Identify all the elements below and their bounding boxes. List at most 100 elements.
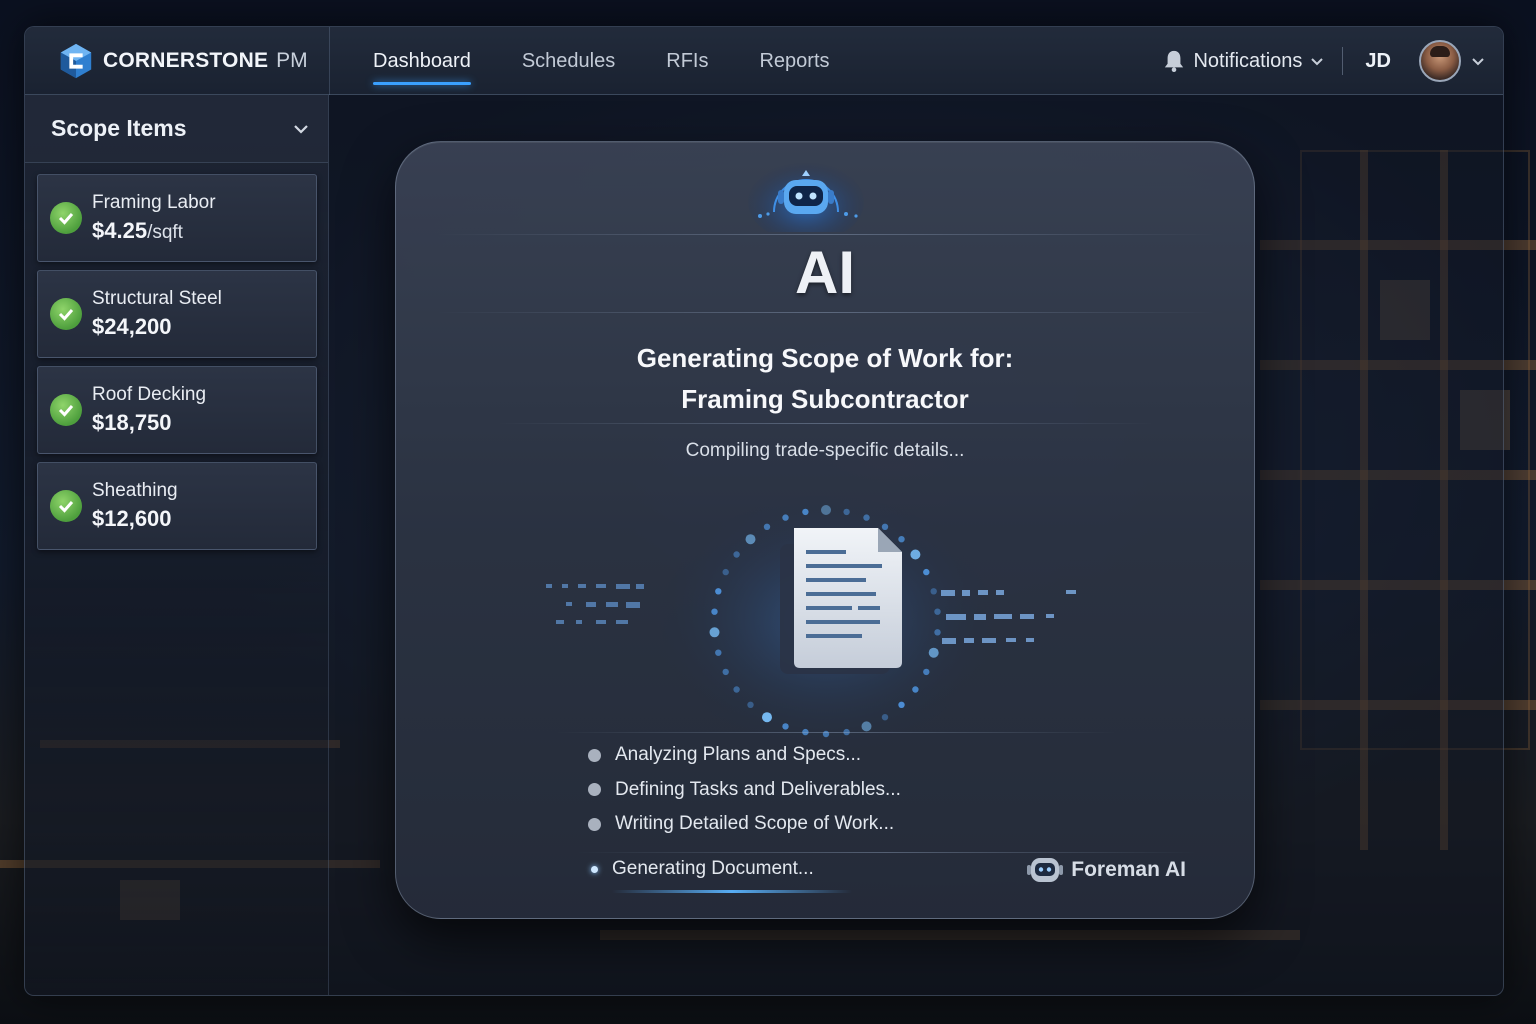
chevron-down-icon[interactable] xyxy=(292,120,310,138)
tab-rfis[interactable]: RFIs xyxy=(654,27,720,95)
step-list: Analyzing Plans and Specs... Defining Ta… xyxy=(588,738,901,842)
scope-item-structural-steel[interactable]: Structural Steel $24,200 xyxy=(37,270,317,358)
ring-dot xyxy=(912,686,919,693)
assistant-name: Foreman AI xyxy=(1071,858,1186,881)
ring-dot xyxy=(881,523,889,530)
ring-dot xyxy=(722,568,729,576)
bell-icon xyxy=(1165,50,1184,72)
brand[interactable]: CORNERSTONE PM xyxy=(57,41,335,81)
ring-dot xyxy=(881,714,889,721)
main-nav: Dashboard Schedules RFIs Reports xyxy=(361,27,869,95)
step-bullet xyxy=(588,783,601,797)
progress-indicator xyxy=(612,890,852,893)
ring-dot xyxy=(934,608,941,615)
ring-dot xyxy=(747,701,754,708)
ring-dot xyxy=(843,508,850,516)
brand-name: CORNERSTONE xyxy=(103,49,269,72)
scope-item-price: $24,200 xyxy=(92,314,172,339)
ring-dot xyxy=(821,505,831,515)
ring-dot xyxy=(733,551,740,558)
active-step: Generating Document... xyxy=(588,858,814,880)
ai-generation-panel: AI Generating Scope of Work for: Framing… xyxy=(395,141,1255,919)
tab-schedules[interactable]: Schedules xyxy=(510,27,627,95)
ring-dot xyxy=(762,712,772,723)
step-item: Writing Detailed Scope of Work... xyxy=(588,807,901,842)
chevron-down-icon[interactable] xyxy=(1471,54,1485,68)
document-generation-graphic xyxy=(546,492,1076,752)
scope-item-roof-decking[interactable]: Roof Decking $18,750 xyxy=(37,366,317,454)
check-circle-icon xyxy=(50,202,82,234)
robot-icon xyxy=(748,162,864,232)
ring-dot xyxy=(934,629,941,636)
cube-c-logo-icon xyxy=(60,43,92,79)
scope-item-price: $4.25/sqft xyxy=(92,218,183,243)
ring-dot xyxy=(733,686,740,693)
robot-icon xyxy=(1027,858,1064,882)
scope-item-framing-labor[interactable]: Framing Labor $4.25/sqft xyxy=(37,174,317,262)
notifications-label: Notifications xyxy=(1193,49,1303,72)
ring-dot xyxy=(715,588,722,595)
user-initials[interactable]: JD xyxy=(1365,50,1391,73)
top-bar: CORNERSTONE PM Dashboard Schedules RFIs … xyxy=(25,27,1503,95)
step-item: Analyzing Plans and Specs... xyxy=(588,738,901,773)
step-item: Defining Tasks and Deliverables... xyxy=(588,773,901,808)
divider xyxy=(1342,47,1344,75)
step-label: Writing Detailed Scope of Work... xyxy=(615,813,895,835)
divider xyxy=(436,234,1216,235)
ring-dot xyxy=(863,514,870,521)
ring-dot xyxy=(782,723,789,730)
chevron-down-icon xyxy=(1311,58,1324,66)
scope-item-sheathing[interactable]: Sheathing $12,600 xyxy=(37,462,317,550)
check-circle-icon xyxy=(50,298,82,330)
generation-title: Generating Scope of Work for: Framing Su… xyxy=(396,338,1254,420)
step-bullet xyxy=(588,748,601,762)
brand-suffix: PM xyxy=(276,49,308,72)
ring-dot xyxy=(711,608,718,615)
status-text: Compiling trade-specific details... xyxy=(685,440,965,461)
divider xyxy=(496,423,1156,424)
notifications-button[interactable]: Notifications xyxy=(1163,49,1342,73)
avatar-hair xyxy=(1430,46,1450,57)
data-stream-left xyxy=(546,584,644,624)
scope-item-price: $18,750 xyxy=(92,410,172,435)
scope-item-name: Sheathing xyxy=(92,480,178,501)
sidebar-header[interactable]: Scope Items xyxy=(25,95,328,163)
step-label: Defining Tasks and Deliverables... xyxy=(615,778,901,800)
tab-dashboard[interactable]: Dashboard xyxy=(361,27,483,95)
ring-dot xyxy=(910,549,921,560)
step-label: Analyzing Plans and Specs... xyxy=(615,744,862,766)
user-controls: Notifications JD xyxy=(1163,27,1485,95)
scope-item-name: Roof Decking xyxy=(92,384,207,405)
ring-dot xyxy=(898,536,905,543)
ring-dot xyxy=(722,668,729,676)
ring-dot xyxy=(709,627,720,638)
avatar[interactable] xyxy=(1419,40,1461,82)
ring-dot xyxy=(802,508,809,516)
active-step-bullet xyxy=(591,865,598,873)
ring-dot xyxy=(861,721,872,732)
sidebar: Scope Items Framing Labor $4.25/sqft Str… xyxy=(25,95,329,995)
ring-dot xyxy=(898,701,905,708)
ring-dot xyxy=(923,668,930,676)
divider xyxy=(556,732,1116,733)
ring-dot xyxy=(745,534,756,545)
check-circle-icon xyxy=(50,394,82,426)
tab-reports[interactable]: Reports xyxy=(747,27,841,95)
check-circle-icon xyxy=(50,490,82,522)
ring-dot xyxy=(923,568,930,576)
ai-label: AI xyxy=(795,239,855,306)
scope-item-name: Framing Labor xyxy=(92,192,216,213)
divider xyxy=(329,27,330,95)
scope-item-price: $12,600 xyxy=(92,506,172,531)
document-icon xyxy=(780,528,902,674)
active-step-label: Generating Document... xyxy=(612,858,814,879)
generation-title-line2: Framing Subcontractor xyxy=(681,384,969,414)
divider xyxy=(436,312,1216,313)
ring-dot xyxy=(930,588,937,595)
scope-item-unit: /sqft xyxy=(147,222,183,243)
step-bullet xyxy=(588,817,601,831)
app-window: CORNERSTONE PM Dashboard Schedules RFIs … xyxy=(24,26,1504,996)
ring-dot xyxy=(928,647,939,658)
assistant-badge: Foreman AI xyxy=(1025,852,1186,888)
scope-item-name: Structural Steel xyxy=(92,288,222,309)
